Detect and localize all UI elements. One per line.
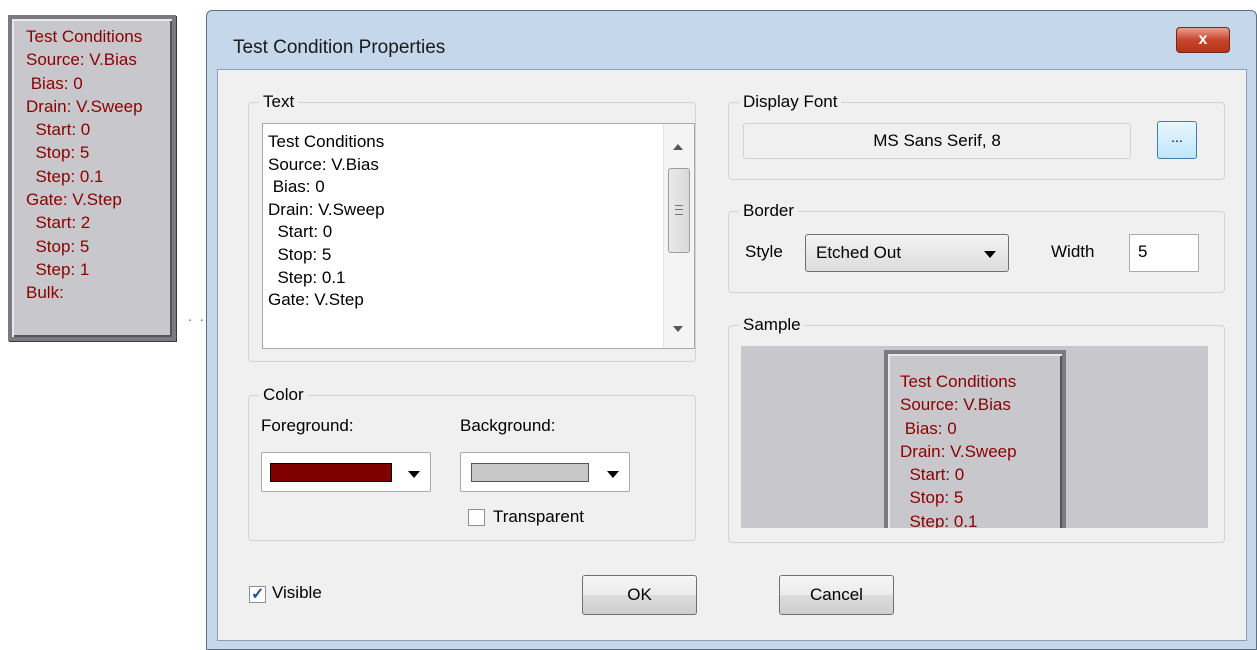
grip-icon xyxy=(675,205,683,215)
background-label: Background: xyxy=(460,416,556,435)
sample-line: Stop: 5 xyxy=(900,488,964,508)
foreground-color-combo[interactable] xyxy=(261,452,431,492)
border-group: Border Style Etched Out Width 5 xyxy=(728,200,1225,293)
chevron-down-icon xyxy=(984,251,996,258)
annotation-line: Source: V.Bias xyxy=(26,50,137,70)
style-label: Style xyxy=(745,242,783,261)
text-line: Test Conditions xyxy=(268,132,385,151)
chevron-down-icon xyxy=(408,471,420,478)
test-condition-properties-dialog: Test Condition Properties x Text Test Co… xyxy=(206,10,1257,650)
annotation-line: Bulk: xyxy=(26,283,64,303)
dialog-titlebar[interactable]: Test Condition Properties x xyxy=(207,11,1256,71)
width-label: Width xyxy=(1051,242,1095,261)
ok-button[interactable]: OK xyxy=(582,575,697,615)
visible-label: Visible xyxy=(272,583,322,602)
annotation-line: Step: 1 xyxy=(26,259,90,279)
text-line: Gate: V.Step xyxy=(268,290,364,310)
visible-checkbox[interactable]: ✓ xyxy=(249,586,266,603)
text-group: Text Test Conditions Source: V.Bias Bias… xyxy=(248,91,696,362)
annotation-line: Test Conditions xyxy=(26,27,143,46)
cancel-button[interactable]: Cancel xyxy=(779,575,894,615)
background-color-combo[interactable] xyxy=(460,452,630,492)
background-swatch xyxy=(471,463,589,482)
annotation-line: Gate: V.Step xyxy=(26,190,122,210)
scroll-down-icon[interactable] xyxy=(673,326,683,332)
color-group: Color Foreground: Background: Transparen… xyxy=(248,384,696,541)
check-icon: ✓ xyxy=(251,586,265,603)
close-icon: x xyxy=(1198,31,1208,48)
text-line: Drain: V.Sweep xyxy=(268,199,385,219)
transparent-checkbox[interactable] xyxy=(468,509,485,526)
transparent-label: Transparent xyxy=(493,507,585,526)
border-group-label: Border xyxy=(739,200,799,222)
annotation-line: Start: 2 xyxy=(26,213,91,233)
annotation-line: Step: 0.1 xyxy=(26,166,104,186)
sample-line: Bias: 0 xyxy=(900,418,957,438)
text-line: Step: 0.1 xyxy=(268,267,346,287)
annotation-line: Stop: 5 xyxy=(26,236,90,256)
display-font-group-label: Display Font xyxy=(739,91,842,113)
text-lines: Test Conditions Source: V.Bias Bias: 0 D… xyxy=(268,131,385,312)
annotation-line: Drain: V.Sweep xyxy=(26,96,143,116)
close-button[interactable]: x xyxy=(1176,27,1230,53)
foreground-label: Foreground: xyxy=(261,416,354,435)
text-line: Start: 0 xyxy=(268,222,333,242)
connector-dots: . . xyxy=(188,308,206,324)
dialog-title: Test Condition Properties xyxy=(233,37,446,58)
border-style-value: Etched Out xyxy=(816,243,902,262)
text-group-label: Text xyxy=(259,91,299,113)
border-width-input[interactable]: 5 xyxy=(1129,234,1199,272)
dialog-client-area: Text Test Conditions Source: V.Bias Bias… xyxy=(217,69,1247,641)
sample-group: Sample Test Conditions Source: V.Bias Bi… xyxy=(728,314,1225,543)
sample-line: Start: 0 xyxy=(900,465,965,485)
text-listbox[interactable]: Test Conditions Source: V.Bias Bias: 0 D… xyxy=(262,123,695,349)
scroll-thumb[interactable] xyxy=(668,168,690,253)
text-line: Stop: 5 xyxy=(268,244,332,264)
test-conditions-annotation[interactable]: Test Conditions Source: V.Bias Bias: 0 D… xyxy=(8,15,176,341)
choose-font-button[interactable]: ... xyxy=(1157,121,1197,159)
sample-preview-area: Test Conditions Source: V.Bias Bias: 0 D… xyxy=(741,346,1208,528)
chevron-down-icon xyxy=(607,471,619,478)
color-group-label: Color xyxy=(259,384,308,406)
annotation-line: Start: 0 xyxy=(26,120,91,140)
scroll-up-icon[interactable] xyxy=(673,144,683,150)
annotation-line: Bias: 0 xyxy=(26,73,83,93)
font-display-field: MS Sans Serif, 8 xyxy=(743,123,1131,159)
text-scrollbar[interactable] xyxy=(663,124,694,348)
display-font-group: Display Font MS Sans Serif, 8 ... xyxy=(728,91,1225,180)
sample-line: Step: 0.1 xyxy=(900,511,978,528)
sample-line: Source: V.Bias xyxy=(900,395,1011,415)
text-line: Source: V.Bias xyxy=(268,154,379,174)
border-style-select[interactable]: Etched Out xyxy=(805,234,1009,272)
annotation-line: Stop: 5 xyxy=(26,143,90,163)
sample-line: Drain: V.Sweep xyxy=(900,441,1017,461)
sample-line: Test Conditions xyxy=(900,372,1017,391)
sample-annotation-box: Test Conditions Source: V.Bias Bias: 0 D… xyxy=(884,350,1066,528)
sample-group-label: Sample xyxy=(739,314,805,336)
foreground-swatch xyxy=(270,463,392,482)
text-line: Bias: 0 xyxy=(268,177,325,197)
